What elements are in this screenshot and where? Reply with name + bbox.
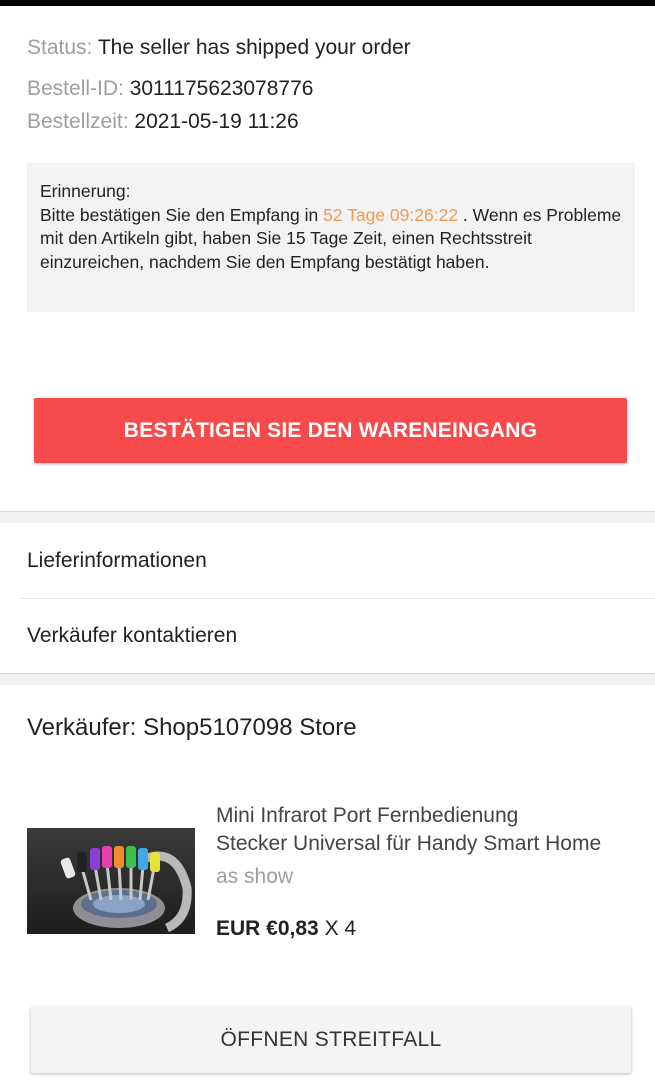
countdown-timer: 52 Tage 09:26:22 bbox=[323, 204, 459, 225]
order-id-label: Bestell-ID: bbox=[27, 77, 124, 100]
status-value: The seller has shipped your order bbox=[97, 36, 411, 59]
product-quantity: X 4 bbox=[324, 917, 357, 940]
price-amount: EUR €0,83 bbox=[216, 917, 319, 940]
seller-name[interactable]: Verkäufer: Shop5107098 Store bbox=[27, 714, 357, 742]
contact-seller-link[interactable]: Verkäufer kontaktieren bbox=[27, 624, 237, 648]
product-price: EUR €0,83 X 4 bbox=[216, 917, 356, 941]
reminder-box: Erinnerung: Bitte bestätigen Sie den Emp… bbox=[27, 163, 635, 312]
reminder-title: Erinnerung: bbox=[40, 181, 131, 201]
order-time-value: 2021-05-19 11:26 bbox=[134, 110, 299, 133]
status-bar-edge bbox=[0, 0, 655, 6]
row-divider bbox=[20, 598, 655, 599]
open-dispute-button[interactable]: ÖFFNEN STREITFALL bbox=[31, 1007, 631, 1073]
product-image[interactable] bbox=[27, 828, 195, 934]
product-title-line2: Stecker Universal für Handy Smart Home bbox=[216, 832, 602, 855]
delivery-info-link[interactable]: Lieferinformationen bbox=[27, 549, 207, 573]
section-separator bbox=[0, 511, 655, 523]
reminder-text-before: Bitte bestätigen Sie den Empfang in bbox=[40, 204, 324, 225]
status-label: Status: bbox=[27, 36, 93, 59]
order-time-label: Bestellzeit: bbox=[27, 110, 129, 133]
order-id: Bestell-ID: 3011175623078776 bbox=[27, 77, 313, 101]
section-separator bbox=[0, 673, 655, 685]
order-status: Status: The seller has shipped your orde… bbox=[27, 36, 411, 60]
order-id-value[interactable]: 3011175623078776 bbox=[130, 77, 314, 100]
product-photo-icon bbox=[27, 828, 195, 934]
confirm-receipt-button[interactable]: BESTÄTIGEN SIE DEN WARENEINGANG bbox=[34, 398, 627, 463]
reminder-text: Bitte bestätigen Sie den Empfang in 52 T… bbox=[40, 204, 622, 275]
product-title-line1: Mini Infrarot Port Fernbedienung bbox=[216, 804, 519, 827]
order-time: Bestellzeit: 2021-05-19 11:26 bbox=[27, 110, 299, 134]
product-title[interactable]: Mini Infrarot Port Fernbedienung Stecker… bbox=[216, 802, 636, 858]
product-variant: as show bbox=[216, 865, 294, 888]
